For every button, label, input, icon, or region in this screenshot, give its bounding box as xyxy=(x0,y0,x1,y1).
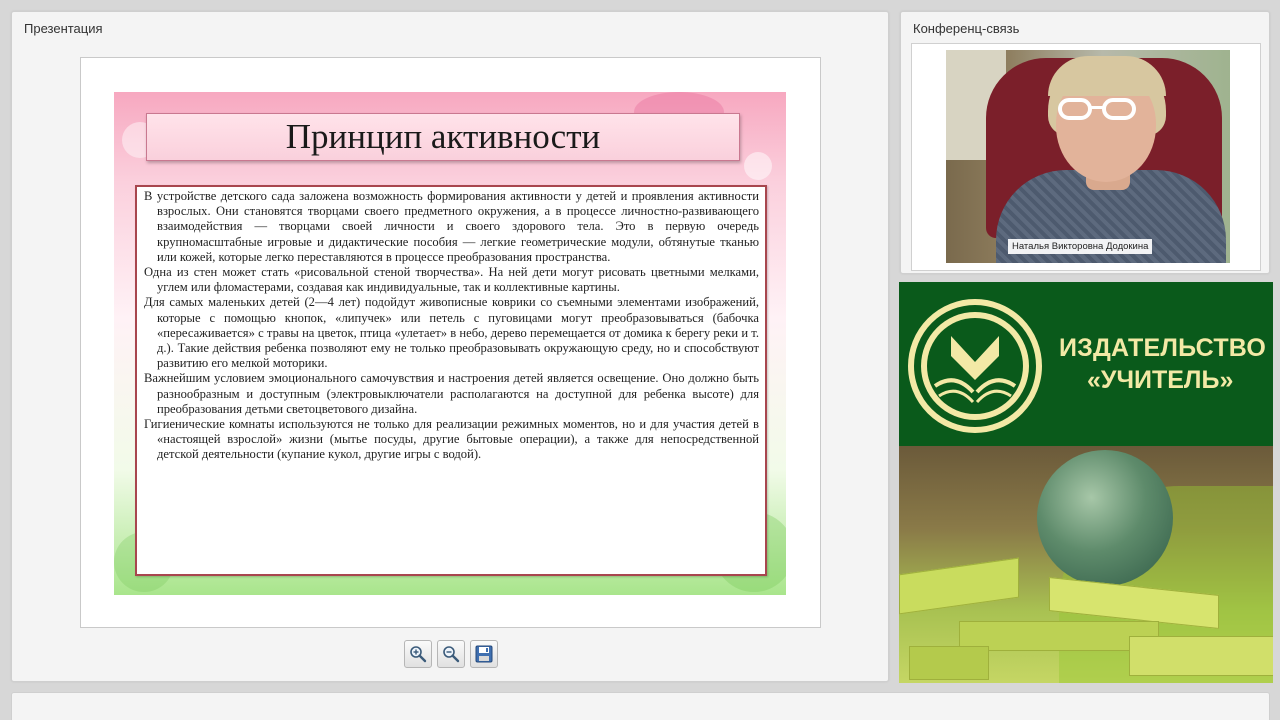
conference-panel-title: Конференц-связь xyxy=(913,21,1020,36)
publisher-name-line1: ИЗДАТЕЛЬСТВО xyxy=(1059,334,1267,362)
publisher-name-line2: «УЧИТЕЛЬ» xyxy=(1087,366,1234,394)
zoom-in-button[interactable] xyxy=(404,640,432,668)
bottom-panel xyxy=(11,692,1270,720)
slide-text-box: В устройстве детского сада заложена возм… xyxy=(135,185,767,576)
banner-photo xyxy=(899,446,1273,683)
glasses-icon xyxy=(1102,98,1136,120)
save-button[interactable] xyxy=(470,640,498,668)
banner-header: ИЗДАТЕЛЬСТВО «УЧИТЕЛЬ» xyxy=(899,282,1273,446)
book-icon xyxy=(909,646,989,680)
slide-toolbar xyxy=(404,640,498,670)
slide-paragraph: Гигиенические комнаты используются не то… xyxy=(144,417,759,462)
slide-viewer[interactable]: Принцип активности В устройстве детского… xyxy=(80,57,821,628)
presentation-panel-title: Презентация xyxy=(24,21,103,36)
zoom-out-button[interactable] xyxy=(437,640,465,668)
presentation-panel: Презентация Принцип активности В устройс… xyxy=(11,11,889,682)
globe-icon xyxy=(1037,450,1173,586)
slide-paragraph: Для самых маленьких детей (2—4 лет) подо… xyxy=(144,295,759,371)
slide-title: Принцип активности xyxy=(285,117,601,156)
slide-paragraph: Важнейшим условием эмоционального самочу… xyxy=(144,371,759,416)
glasses-bridge xyxy=(1090,106,1104,109)
slide: Принцип активности В устройстве детского… xyxy=(114,92,786,595)
video-container: Наталья Викторовна Додокина xyxy=(911,43,1261,271)
slide-paragraph: Одна из стен может стать «рисовальной ст… xyxy=(144,265,759,295)
slide-paragraph: В устройстве детского сада заложена возм… xyxy=(144,189,759,264)
slide-decoration xyxy=(744,152,772,180)
slide-title-box: Принцип активности xyxy=(146,113,740,161)
speaker-hair-top xyxy=(1048,56,1166,96)
glasses-icon xyxy=(1058,98,1092,120)
publisher-logo-icon xyxy=(905,296,1045,441)
book-icon xyxy=(899,557,1019,615)
webcam-video[interactable]: Наталья Викторовна Додокина xyxy=(946,50,1230,263)
publisher-banner[interactable]: ИЗДАТЕЛЬСТВО «УЧИТЕЛЬ» xyxy=(899,282,1273,683)
conference-panel: Конференц-связь Наталья Викторовна Додок… xyxy=(900,11,1270,274)
book-icon xyxy=(1129,636,1273,676)
participant-name-label: Наталья Викторовна Додокина xyxy=(1008,239,1153,254)
